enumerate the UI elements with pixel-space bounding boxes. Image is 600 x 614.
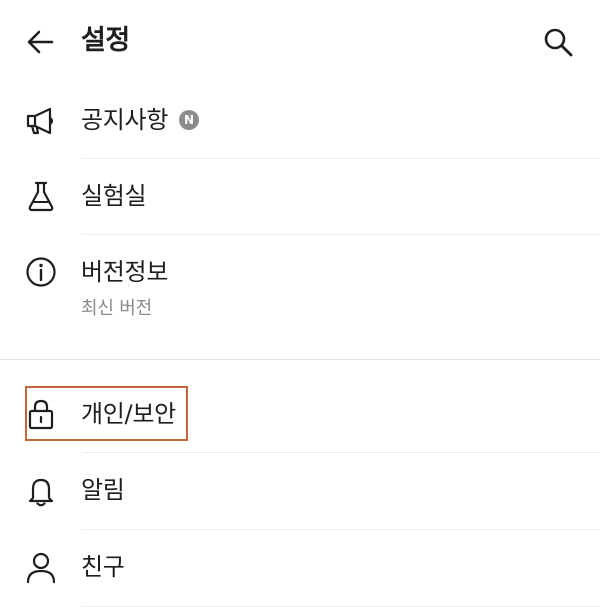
menu-item-version-label: 버전정보: [81, 258, 169, 286]
menu-item-notifications[interactable]: 알림: [0, 453, 600, 529]
new-badge: N: [179, 110, 199, 130]
version-status: 최신 버전: [81, 298, 152, 319]
search-button[interactable]: [540, 24, 576, 60]
menu-item-lab-label: 실험실: [81, 182, 147, 210]
search-icon: [544, 28, 573, 57]
info-icon: [24, 255, 58, 289]
menu-item-friends[interactable]: 친구: [0, 530, 600, 606]
flask-icon: [24, 179, 58, 213]
menu-item-privacy-label: 개인/보안: [81, 400, 176, 428]
back-button[interactable]: [22, 24, 58, 60]
megaphone-icon: [24, 104, 58, 138]
lock-icon: [24, 397, 58, 431]
arrow-left-icon: [27, 30, 54, 54]
menu-item-privacy[interactable]: 개인/보안: [0, 374, 600, 452]
divider: [82, 606, 600, 607]
menu-item-notifications-label: 알림: [81, 476, 125, 504]
app-header: 설정: [0, 0, 600, 82]
menu-item-version[interactable]: 버전정보 최신 버전: [0, 235, 600, 359]
menu-item-friends-label: 친구: [81, 553, 125, 581]
section-divider: [0, 359, 600, 360]
menu-item-notice[interactable]: 공지사항 N: [0, 82, 600, 158]
menu-item-lab[interactable]: 실험실: [0, 159, 600, 234]
menu-item-notice-label: 공지사항: [81, 106, 169, 134]
person-icon: [24, 550, 58, 584]
page-title: 설정: [81, 25, 130, 56]
bell-icon: [24, 474, 58, 508]
